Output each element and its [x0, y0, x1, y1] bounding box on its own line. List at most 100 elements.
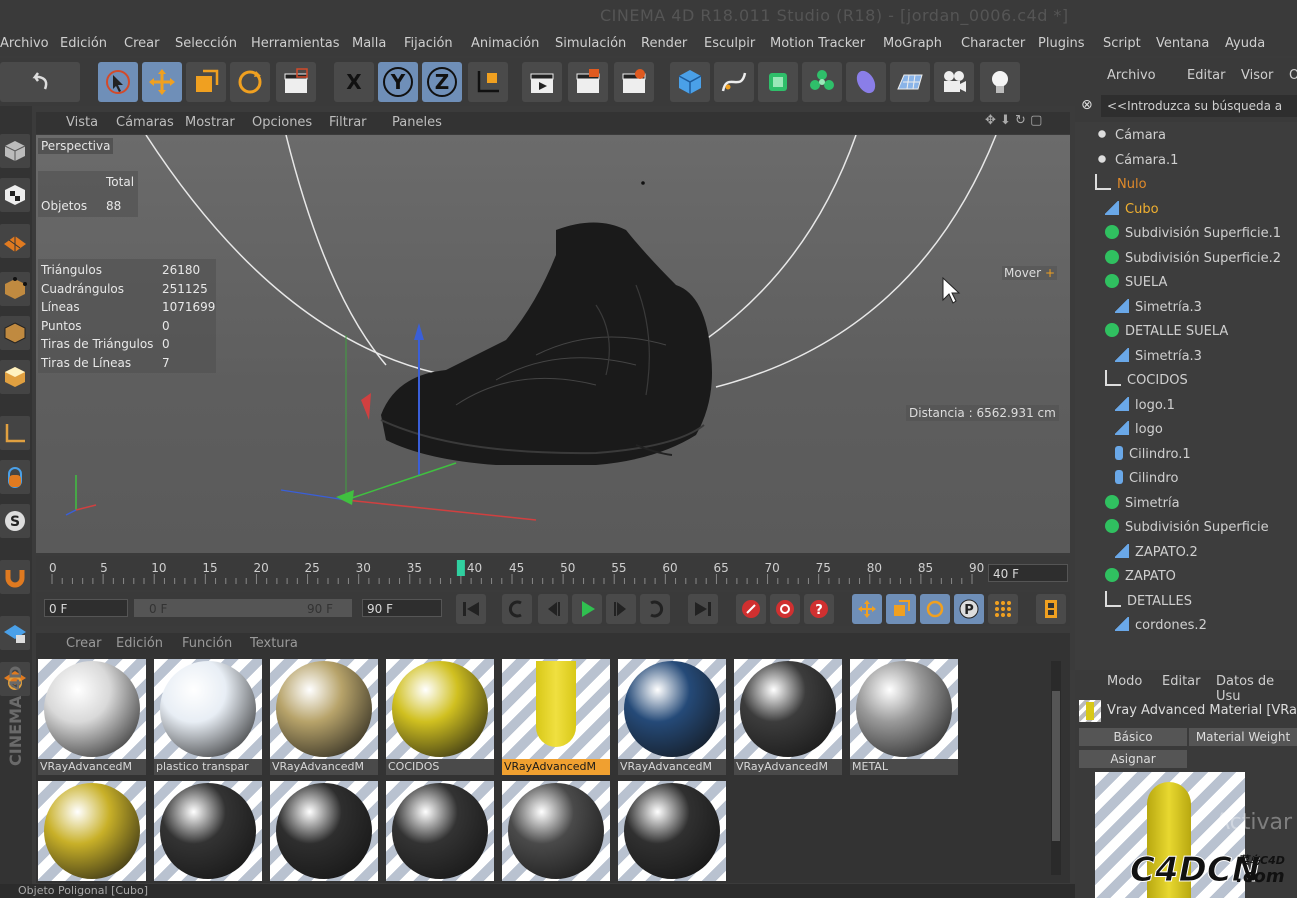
recent-tools-button[interactable]	[276, 62, 316, 102]
start-frame-field[interactable]: 0 F	[44, 599, 128, 617]
current-frame-field[interactable]: 40 F	[988, 564, 1068, 582]
object-tree-item[interactable]: Cámara.1	[1095, 149, 1178, 173]
menu-ventana[interactable]: Ventana	[1156, 36, 1209, 51]
menu-selección[interactable]: Selección	[175, 36, 237, 51]
object-menu-0[interactable]: Archivo	[1107, 68, 1156, 83]
camera-object-button[interactable]	[934, 62, 974, 102]
deformer-button[interactable]	[846, 62, 886, 102]
previous-frame-button[interactable]	[538, 594, 568, 624]
tweak-mode-button[interactable]	[0, 460, 30, 494]
material-menu-1[interactable]: Edición	[116, 636, 163, 651]
material-menu-3[interactable]: Textura	[250, 636, 298, 651]
object-tree-item[interactable]: DETALLE SUELA	[1105, 320, 1228, 344]
previous-key-button[interactable]	[502, 594, 532, 624]
object-tree-item[interactable]: DETALLES	[1105, 590, 1192, 614]
coordinate-system-button[interactable]	[468, 62, 508, 102]
timeline-playhead[interactable]	[456, 560, 465, 576]
spline-pen-button[interactable]	[714, 62, 754, 102]
menu-plugins[interactable]: Plugins	[1038, 36, 1085, 51]
object-tree-item[interactable]: ZAPATO	[1105, 565, 1176, 589]
floor-button[interactable]	[890, 62, 930, 102]
tab-assign[interactable]: Asignar	[1079, 750, 1187, 768]
object-tree-item[interactable]: ZAPATO.2	[1115, 541, 1198, 565]
material-swatch[interactable]: VRayAdvancedM	[38, 659, 146, 775]
material-swatch[interactable]: VRayAdvancedM	[270, 659, 378, 775]
next-key-button[interactable]	[640, 594, 670, 624]
record-keys-button[interactable]	[736, 594, 766, 624]
timeline-window-button[interactable]	[1036, 594, 1066, 624]
material-swatch[interactable]	[154, 781, 262, 897]
object-tree-item[interactable]: SUELA	[1105, 271, 1167, 295]
make-editable-button[interactable]	[0, 134, 30, 168]
viewport-menu-3[interactable]: Opciones	[252, 115, 312, 130]
render-settings-button[interactable]	[614, 62, 654, 102]
edges-mode-button[interactable]	[0, 316, 30, 350]
object-menu-3[interactable]: Obj	[1289, 68, 1297, 83]
menu-simulación[interactable]: Simulación	[555, 36, 626, 51]
material-scrollbar-thumb[interactable]	[1052, 691, 1060, 841]
object-tree-item[interactable]: Subdivisión Superficie.2	[1105, 247, 1281, 271]
3d-viewport[interactable]: Perspectiva Total Objetos 88 Mover + Dis…	[36, 135, 1070, 553]
axis-x-button[interactable]: X	[334, 62, 374, 102]
menu-herramientas[interactable]: Herramientas	[251, 36, 340, 51]
go-to-end-button[interactable]	[688, 594, 718, 624]
next-frame-button[interactable]	[606, 594, 636, 624]
material-swatch[interactable]	[618, 781, 726, 897]
enable-snap-button[interactable]	[0, 560, 30, 594]
key-pla-button[interactable]	[988, 594, 1018, 624]
object-tree-item[interactable]: Cubo	[1105, 198, 1159, 222]
axis-z-button[interactable]: Z	[422, 62, 462, 102]
autokey-button[interactable]	[770, 594, 800, 624]
move-tool-button[interactable]	[142, 62, 182, 102]
close-search-icon[interactable]: ⊗	[1081, 97, 1093, 113]
menu-mograph[interactable]: MoGraph	[883, 36, 942, 51]
key-rotation-button[interactable]	[920, 594, 950, 624]
object-tree-item[interactable]: Subdivisión Superficie.1	[1105, 222, 1281, 246]
tab-material-weight[interactable]: Material Weight	[1189, 728, 1297, 746]
viewport-menu-5[interactable]: Paneles	[392, 115, 442, 130]
menu-render[interactable]: Render	[641, 36, 687, 51]
menu-archivo[interactable]: Archivo	[0, 36, 49, 51]
menu-motion-tracker[interactable]: Motion Tracker	[770, 36, 865, 51]
attributes-menu-0[interactable]: Modo	[1107, 674, 1142, 689]
viewport-navigation-icons[interactable]: ✥ ⬇ ↻ ▢	[985, 113, 1042, 128]
cloner-button[interactable]	[802, 62, 842, 102]
viewport-menu-1[interactable]: Cámaras	[116, 115, 174, 130]
material-swatch[interactable]: METAL	[850, 659, 958, 775]
menu-edición[interactable]: Edición	[60, 36, 107, 51]
live-selection-button[interactable]	[98, 62, 138, 102]
key-parameter-button[interactable]: P	[954, 594, 984, 624]
object-menu-1[interactable]: Editar	[1187, 68, 1226, 83]
material-swatch[interactable]: VRayAdvancedM	[618, 659, 726, 775]
object-tree-item[interactable]: Cilindro.1	[1115, 443, 1191, 467]
material-swatch[interactable]	[386, 781, 494, 897]
material-swatch[interactable]	[270, 781, 378, 897]
viewport-menu-4[interactable]: Filtrar	[329, 115, 367, 130]
render-view-button[interactable]	[522, 62, 562, 102]
object-tree-item[interactable]: COCIDOS	[1105, 369, 1188, 393]
render-picture-viewer-button[interactable]	[568, 62, 608, 102]
menu-animación[interactable]: Animación	[471, 36, 539, 51]
preview-range-slider[interactable]: 0 F 90 F	[134, 599, 352, 617]
lock-workplane-button[interactable]	[0, 616, 30, 650]
object-tree-item[interactable]: Simetría.3	[1115, 296, 1202, 320]
object-menu-2[interactable]: Visor	[1241, 68, 1273, 83]
axis-y-button[interactable]: Y	[378, 62, 418, 102]
material-swatch[interactable]: VRayAdvancedM	[502, 659, 610, 775]
menu-fijación[interactable]: Fijación	[404, 36, 453, 51]
light-object-button[interactable]	[980, 62, 1020, 102]
polygons-mode-button[interactable]	[0, 360, 30, 394]
key-position-button[interactable]	[852, 594, 882, 624]
viewport-menu-2[interactable]: Mostrar	[185, 115, 235, 130]
object-tree-item[interactable]: Subdivisión Superficie	[1105, 516, 1269, 540]
snapping-button[interactable]: S	[0, 504, 30, 538]
subdivision-surface-button[interactable]	[758, 62, 798, 102]
material-swatch[interactable]: VRayAdvancedM	[734, 659, 842, 775]
texture-mode-button[interactable]	[0, 178, 30, 212]
viewport-menu-0[interactable]: Vista	[66, 115, 98, 130]
menu-script[interactable]: Script	[1103, 36, 1141, 51]
tab-basic[interactable]: Básico	[1079, 728, 1187, 746]
attributes-menu-2[interactable]: Datos de Usu	[1216, 674, 1297, 704]
cube-object-button[interactable]	[670, 62, 710, 102]
menu-ayuda[interactable]: Ayuda	[1225, 36, 1265, 51]
